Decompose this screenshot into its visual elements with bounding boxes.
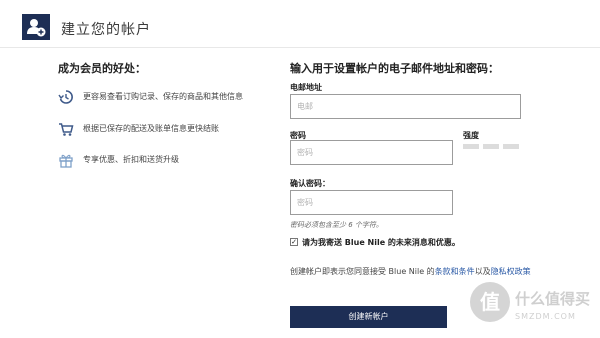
page-header: 建立您的帐户	[0, 0, 600, 48]
confirm-password-label: 确认密码：	[290, 179, 330, 188]
watermark-sub: SMZDM.COM	[515, 312, 576, 321]
create-account-button[interactable]: 创建新帐户	[290, 306, 447, 328]
gift-icon	[58, 152, 74, 168]
watermark-text: 什么值得买	[515, 290, 591, 308]
strength-bar	[483, 144, 499, 149]
terms-mid: 以及	[474, 267, 491, 276]
newsletter-checkbox[interactable]: ✓	[290, 238, 298, 246]
strength-label: 强度	[463, 131, 479, 140]
privacy-link[interactable]: 隐私权政策	[491, 267, 531, 276]
terms-link[interactable]: 条款和条件	[435, 267, 475, 276]
password-hint: 密码必须包含至少 6 个字符。	[290, 221, 383, 229]
add-user-icon	[22, 14, 50, 40]
page-title: 建立您的帐户	[61, 22, 151, 38]
benefits-heading: 成为会员的好处：	[58, 62, 146, 75]
history-icon	[58, 89, 74, 105]
terms-notice: 创建帐户即表示您同意接受 Blue Nile 的条款和条件以及隐私权政策	[290, 266, 535, 277]
cart-icon	[58, 121, 74, 137]
strength-bar	[503, 144, 519, 149]
newsletter-option[interactable]: ✓ 请为我寄送 Blue Nile 的未来消息和优惠。	[290, 237, 550, 249]
email-label: 电邮地址	[290, 83, 322, 92]
terms-prefix: 创建帐户即表示您同意接受 Blue Nile 的	[290, 267, 435, 276]
confirm-password-field[interactable]	[290, 190, 453, 215]
strength-bar	[463, 144, 479, 149]
benefit-text: 更容易查看订购记录、保存的商品和其他信息	[83, 92, 243, 101]
password-field[interactable]	[290, 140, 453, 165]
form-heading: 输入用于设置帐户的电子邮件地址和密码：	[290, 62, 499, 75]
email-field[interactable]	[290, 94, 521, 119]
benefits-panel: 成为会员的好处： 更容易查看订购记录、保存的商品和其他信息 根据已保存的配送及账…	[58, 60, 288, 168]
benefit-text: 专享优惠、折扣和送货升级	[83, 155, 179, 164]
benefit-text: 根据已保存的配送及账单信息更快结账	[83, 124, 219, 133]
password-strength-meter	[463, 144, 519, 149]
svg-text:值: 值	[480, 290, 500, 314]
watermark: 值 什么值得买 SMZDM.COM	[470, 282, 595, 332]
newsletter-checkbox-label[interactable]: 请为我寄送 Blue Nile 的未来消息和优惠。	[302, 237, 460, 248]
watermark-logo: 值	[470, 282, 510, 322]
